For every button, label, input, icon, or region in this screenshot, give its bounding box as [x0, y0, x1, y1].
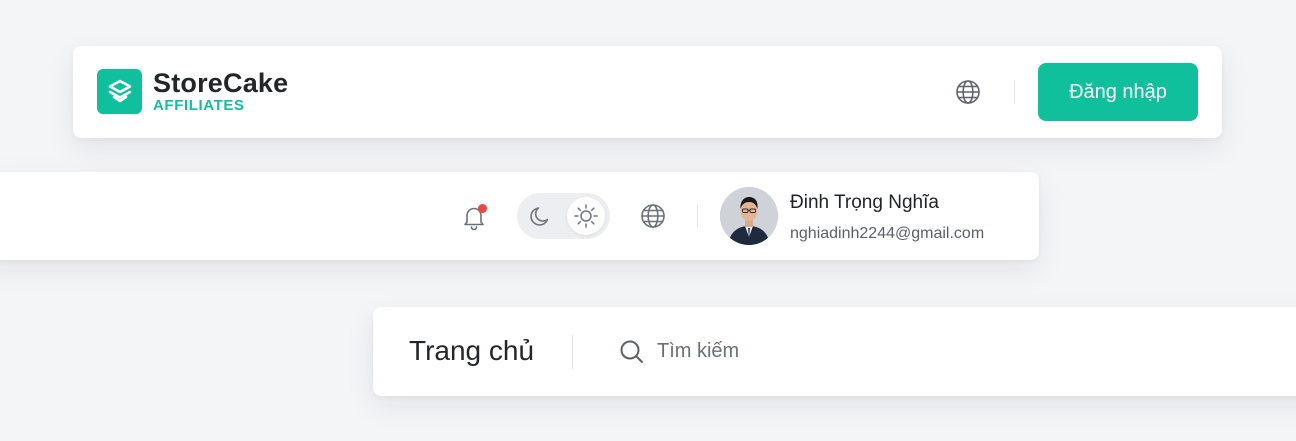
notification-badge — [478, 204, 487, 213]
theme-toggle[interactable] — [517, 193, 610, 239]
language-globe-icon[interactable] — [953, 77, 983, 107]
public-header: StoreCake AFFILIATES Đăng nhập — [73, 46, 1222, 138]
brand-logo[interactable]: StoreCake AFFILIATES — [97, 69, 288, 114]
header-divider — [1014, 80, 1015, 104]
search-icon — [618, 338, 646, 366]
user-header-divider — [697, 204, 698, 228]
user-avatar[interactable] — [720, 187, 778, 245]
brand-subtitle: AFFILIATES — [153, 97, 245, 114]
user-name[interactable]: Đinh Trọng Nghĩa — [790, 192, 939, 214]
notification-bell-icon[interactable] — [460, 203, 488, 231]
page-title: Trang chủ — [409, 335, 535, 366]
login-button[interactable]: Đăng nhập — [1038, 63, 1198, 121]
canvas: StoreCake AFFILIATES Đăng nhập Đinh Trọn… — [0, 0, 1296, 441]
sun-icon[interactable] — [567, 197, 605, 235]
user-header: Đinh Trọng Nghĩa nghiadinh2244@gmail.com — [0, 172, 1039, 260]
storecake-logo-icon — [97, 69, 142, 114]
user-email: nghiadinh2244@gmail.com — [790, 225, 985, 242]
page-header: Trang chủ — [373, 307, 1296, 396]
language-globe-icon[interactable] — [639, 202, 667, 230]
brand-name: StoreCake — [153, 68, 289, 98]
title-divider — [572, 335, 573, 369]
search-input[interactable] — [657, 334, 1257, 368]
moon-icon[interactable] — [522, 197, 560, 235]
